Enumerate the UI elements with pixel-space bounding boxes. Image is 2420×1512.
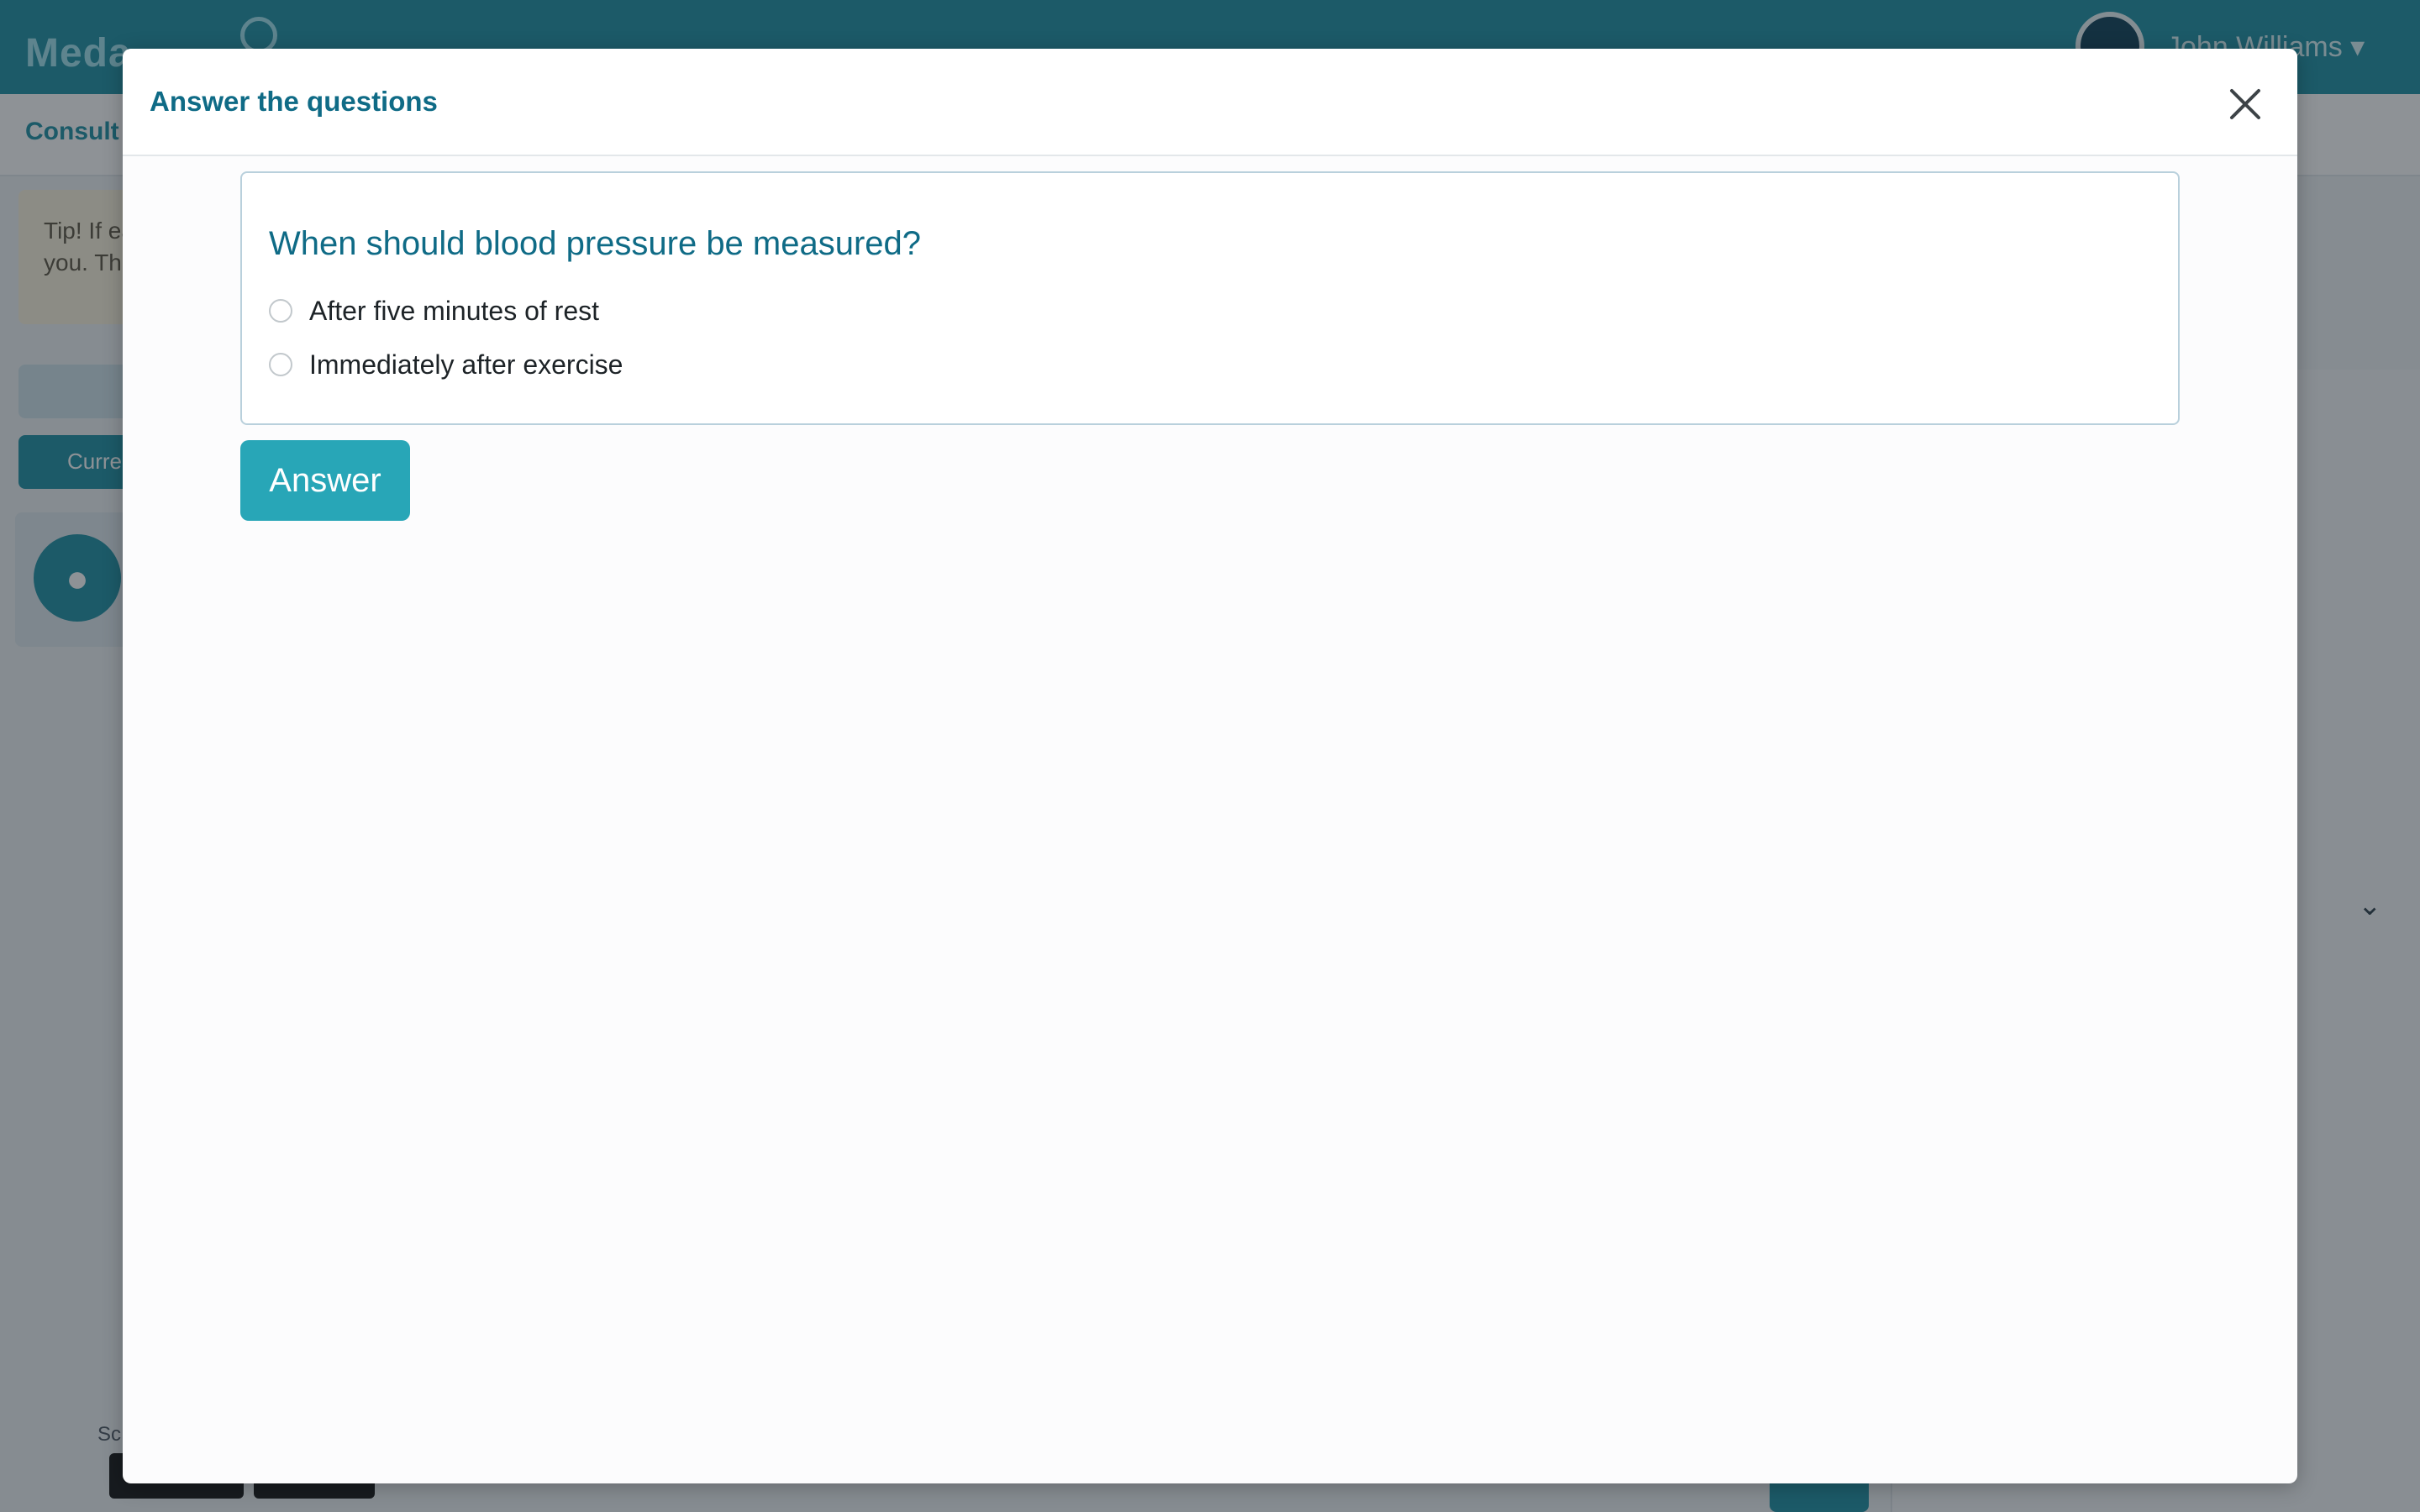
option-label: Immediately after exercise xyxy=(309,349,623,380)
modal-title: Answer the questions xyxy=(150,86,438,117)
close-button[interactable] xyxy=(2222,81,2269,128)
option-exercise[interactable]: Immediately after exercise xyxy=(269,346,623,383)
questions-modal: Answer the questions When should blood p… xyxy=(123,49,2297,1483)
close-icon xyxy=(2230,89,2260,119)
option-rest[interactable]: After five minutes of rest xyxy=(269,292,599,329)
modal-header: Answer the questions xyxy=(123,49,2297,156)
answer-button[interactable]: Answer xyxy=(240,440,410,521)
question-text: When should blood pressure be measured? xyxy=(269,225,922,262)
radio-button[interactable] xyxy=(269,299,292,323)
question-card: When should blood pressure be measured? … xyxy=(240,171,2180,425)
option-label: After five minutes of rest xyxy=(309,295,600,326)
radio-button[interactable] xyxy=(269,353,292,376)
